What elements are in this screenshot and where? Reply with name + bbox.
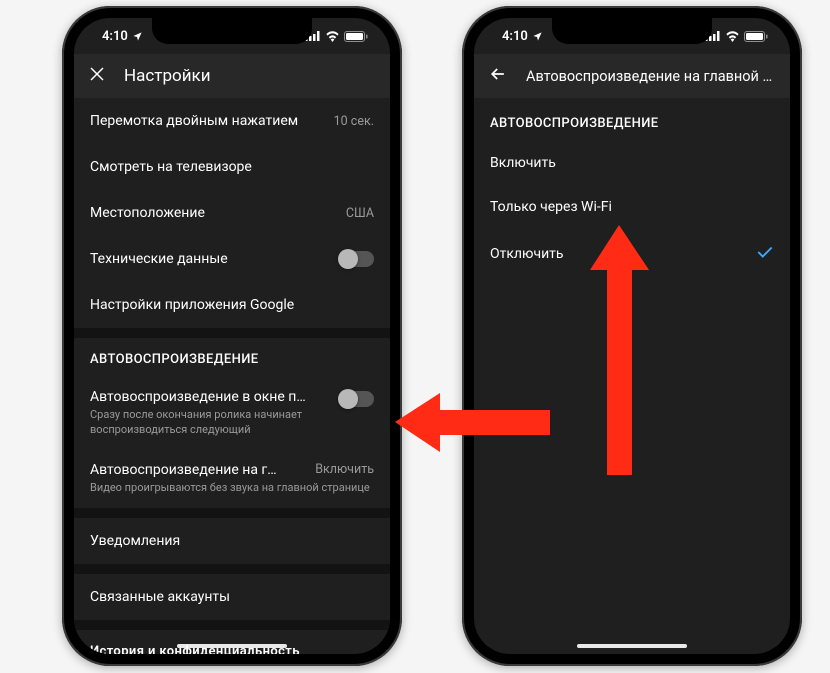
row-label: Настройки приложения Google xyxy=(90,297,374,313)
location-arrow-icon xyxy=(132,31,143,42)
option-on[interactable]: Включить xyxy=(474,141,790,185)
home-indicator[interactable] xyxy=(577,644,687,648)
section-gap xyxy=(74,328,390,338)
row-value: Включить xyxy=(315,462,374,477)
check-icon xyxy=(756,243,774,264)
location-arrow-icon xyxy=(532,31,543,42)
section-autoplay: АВТОВОСПРОИЗВЕДЕНИЕ xyxy=(474,98,790,141)
row-label: Смотреть на телевизоре xyxy=(90,159,374,175)
wifi-icon xyxy=(725,31,740,42)
option-label: Отключить xyxy=(490,246,564,262)
row-notifications[interactable]: Уведомления xyxy=(74,518,390,564)
row-label: Связанные аккаунты xyxy=(90,589,374,605)
home-indicator[interactable] xyxy=(177,644,287,648)
toggle-tech[interactable] xyxy=(340,251,374,267)
header-right: Автовоспроизведение на главной странице xyxy=(474,54,790,98)
row-label: Автовоспроизведение на г… xyxy=(90,462,297,478)
screen-right: 4:10 Автовоспроизведение на главной стра… xyxy=(474,18,790,654)
row-sub: Видео проигрываются без звука на главной… xyxy=(90,481,374,496)
section-history: История и конфиденциальность xyxy=(74,630,390,654)
content-right[interactable]: АВТОВОСПРОИЗВЕДЕНИЕ Включить Только чере… xyxy=(474,98,790,654)
page-title: Автовоспроизведение на главной странице xyxy=(526,68,776,85)
screen-left: 4:10 Настройки Перемотка двойным нажатие… xyxy=(74,18,390,654)
option-label: Включить xyxy=(490,155,556,171)
row-label: Технические данные xyxy=(90,251,330,267)
option-wifi[interactable]: Только через Wi-Fi xyxy=(474,185,790,229)
option-label: Только через Wi-Fi xyxy=(490,199,612,215)
row-rewind[interactable]: Перемотка двойным нажатием 10 сек. xyxy=(74,98,390,144)
close-icon[interactable] xyxy=(88,65,106,87)
section-autoplay: АВТОВОСПРОИЗВЕДЕНИЕ xyxy=(74,338,390,377)
battery-icon xyxy=(744,31,768,42)
row-label: Уведомления xyxy=(90,533,374,549)
row-label: Автовоспроизведение в окне п… xyxy=(90,389,330,405)
option-off[interactable]: Отключить xyxy=(474,229,790,278)
notch xyxy=(552,18,712,44)
row-label: Перемотка двойным нажатием xyxy=(90,113,324,129)
row-value: 10 сек. xyxy=(334,114,374,129)
row-label: Местоположение xyxy=(90,205,336,221)
section-gap xyxy=(74,620,390,630)
battery-icon xyxy=(344,31,368,42)
back-arrow-icon[interactable] xyxy=(488,64,508,88)
row-value: США xyxy=(346,206,374,221)
notch xyxy=(152,18,312,44)
wifi-icon xyxy=(325,31,340,42)
header-left: Настройки xyxy=(74,54,390,98)
row-location[interactable]: Местоположение США xyxy=(74,190,390,236)
row-tech[interactable]: Технические данные xyxy=(74,236,390,282)
row-sub: Сразу после окончания ролика начинает во… xyxy=(90,408,330,438)
row-tv[interactable]: Смотреть на телевизоре xyxy=(74,144,390,190)
toggle-autoplay-window[interactable] xyxy=(340,391,374,407)
content-left[interactable]: Перемотка двойным нажатием 10 сек. Смотр… xyxy=(74,98,390,654)
phone-right: 4:10 Автовоспроизведение на главной стра… xyxy=(462,6,802,666)
section-gap xyxy=(74,564,390,574)
phone-left: 4:10 Настройки Перемотка двойным нажатие… xyxy=(62,6,402,666)
row-linked[interactable]: Связанные аккаунты xyxy=(74,574,390,620)
row-autoplay-home[interactable]: Автовоспроизведение на г… Включить Видео… xyxy=(74,450,390,508)
section-gap xyxy=(74,508,390,518)
status-time: 4:10 xyxy=(502,29,528,44)
page-title: Настройки xyxy=(124,66,376,86)
row-google[interactable]: Настройки приложения Google xyxy=(74,282,390,328)
row-autoplay-window[interactable]: Автовоспроизведение в окне п… Сразу посл… xyxy=(74,377,390,450)
status-time: 4:10 xyxy=(102,29,128,44)
